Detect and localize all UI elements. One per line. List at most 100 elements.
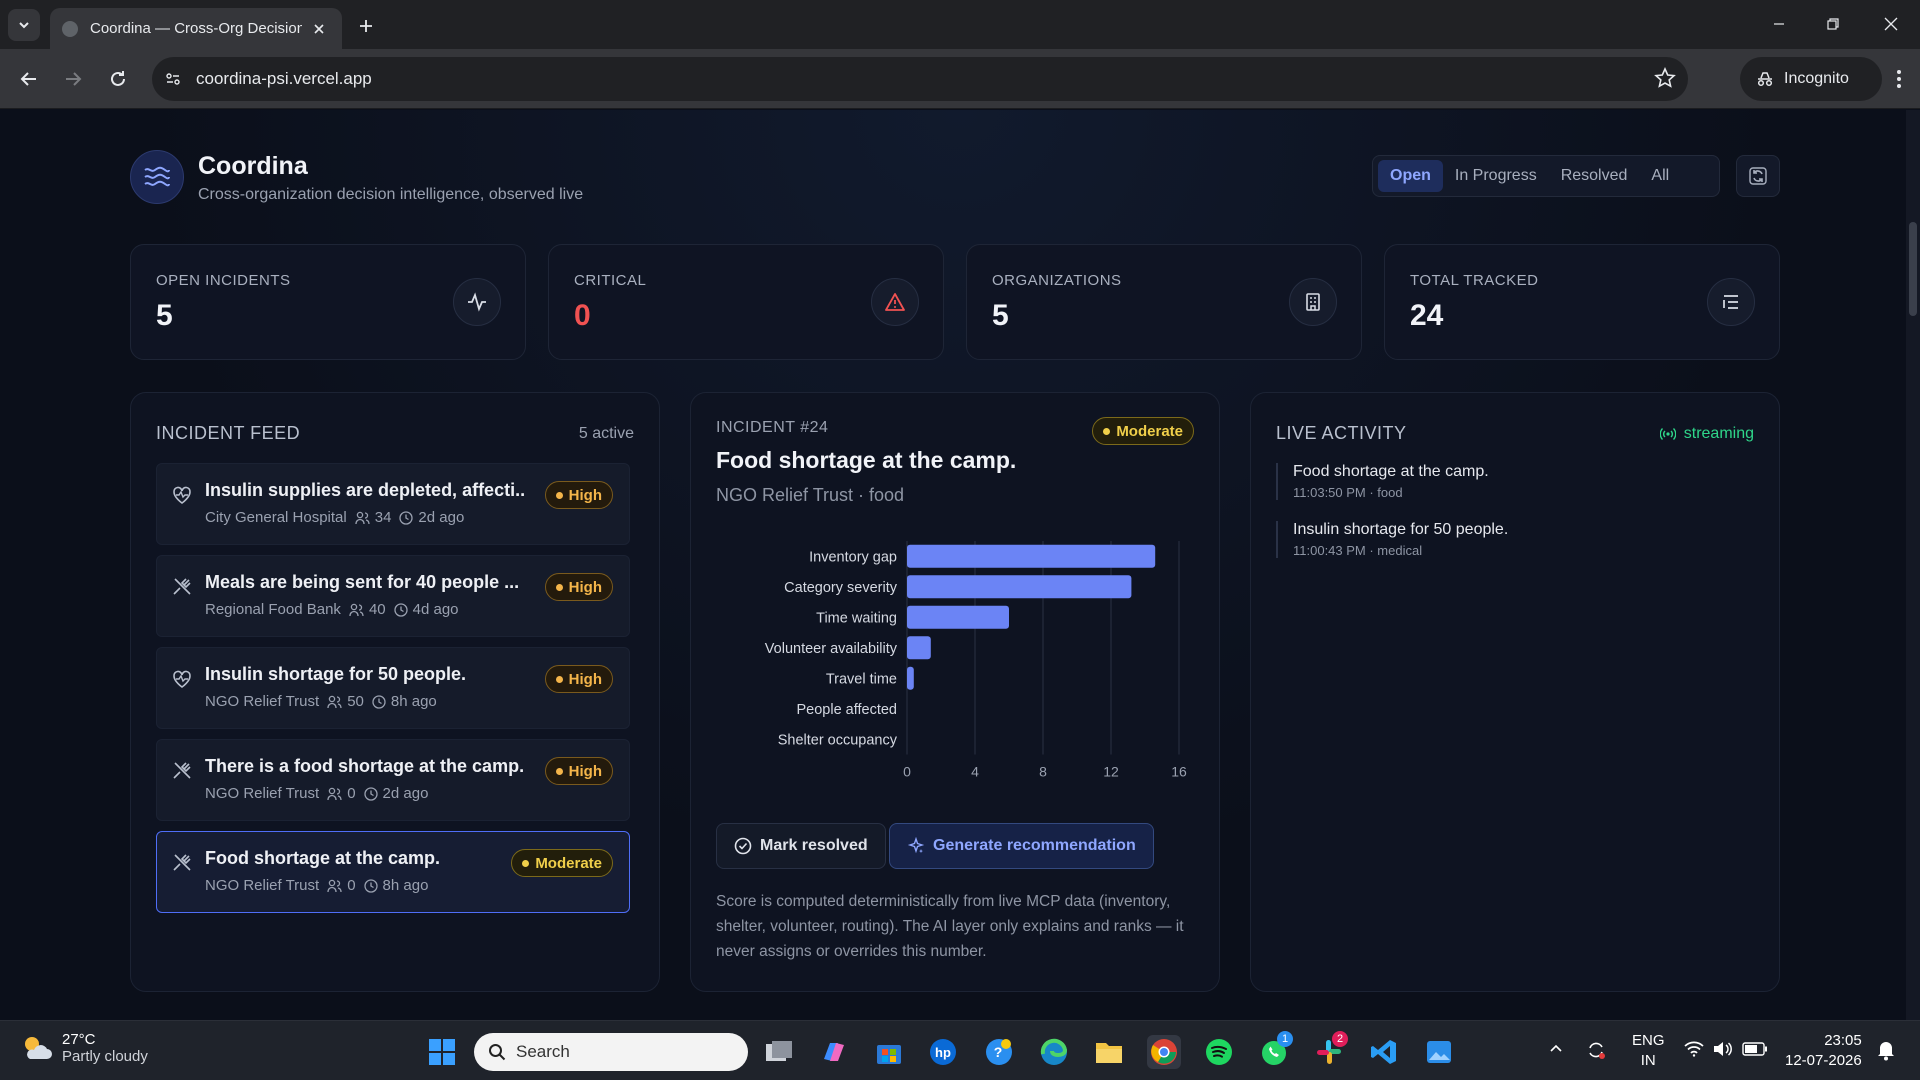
feed-item-selected[interactable]: Food shortage at the camp. NGO Relief Tr… — [156, 831, 630, 913]
edge-icon[interactable] — [1037, 1035, 1071, 1069]
scrollbar-thumb[interactable] — [1909, 222, 1917, 316]
mark-resolved-button[interactable]: Mark resolved — [716, 823, 886, 869]
clock-date: 12-07-2026 — [1785, 1052, 1862, 1069]
feed-item[interactable]: Insulin supplies are depleted, affecti..… — [156, 463, 630, 545]
x-tick-label: 8 — [1039, 764, 1047, 780]
svg-text:?: ? — [994, 1044, 1003, 1060]
activity-item: Food shortage at the camp. 11:03:50 PM ·… — [1276, 463, 1746, 500]
clock-icon — [363, 786, 378, 801]
store-icon[interactable] — [872, 1035, 906, 1069]
whatsapp-icon[interactable]: 1 — [1257, 1031, 1293, 1069]
new-tab-button[interactable] — [352, 12, 380, 40]
photos-icon[interactable] — [1422, 1035, 1456, 1069]
feed-item[interactable]: There is a food shortage at the camp. NG… — [156, 739, 630, 821]
reload-button[interactable] — [101, 62, 135, 96]
users-icon — [355, 511, 370, 524]
severity-label: Moderate — [1116, 422, 1183, 440]
check-circle-icon — [734, 837, 752, 855]
chevron-up-icon — [1550, 1044, 1562, 1052]
severity-dot — [555, 583, 563, 591]
partly-cloudy-icon — [25, 1037, 52, 1059]
feed-item[interactable]: Meals are being sent for 40 people ... R… — [156, 555, 630, 637]
site-info-icon[interactable] — [160, 66, 186, 92]
back-button[interactable] — [12, 62, 46, 96]
spotify-icon[interactable] — [1202, 1035, 1236, 1069]
live-activity-panel: LIVE ACTIVITY streaming Food shortage at… — [1250, 392, 1780, 992]
severity-badge: High — [544, 481, 613, 509]
filter-in-progress[interactable]: In Progress — [1443, 160, 1549, 192]
severity-label: High — [568, 486, 602, 504]
incident-feed-panel: INCIDENT FEED 5 active Insulin supplies … — [130, 392, 660, 992]
show-hidden-icons[interactable] — [1548, 1041, 1564, 1057]
browser-menu-button[interactable] — [1882, 62, 1916, 96]
utensils-icon — [173, 854, 191, 871]
whatsapp-badge: 1 — [1277, 1031, 1293, 1047]
stat-label: ORGANIZATIONS — [992, 272, 1122, 289]
slack-icon[interactable]: 2 — [1312, 1031, 1348, 1069]
tab-search-button[interactable] — [8, 9, 40, 41]
close-window-button[interactable] — [1868, 8, 1914, 40]
clock-icon — [363, 878, 378, 893]
generate-recommendation-button[interactable]: Generate recommendation — [889, 823, 1154, 869]
refresh-button[interactable] — [1736, 155, 1780, 197]
filter-resolved[interactable]: Resolved — [1549, 160, 1640, 192]
browser-tab[interactable]: Coordina — Cross-Org Decision Intelligen… — [50, 8, 342, 49]
help-icon[interactable]: ? — [982, 1035, 1016, 1069]
incognito-indicator[interactable]: Incognito — [1740, 57, 1882, 101]
people-value: 0 — [347, 877, 356, 894]
hp-icon[interactable]: hp — [926, 1035, 960, 1069]
start-button[interactable] — [425, 1035, 459, 1069]
people-count: 0 — [327, 877, 356, 894]
task-view-icon[interactable] — [762, 1035, 796, 1069]
y-category-label: Travel time — [826, 671, 897, 687]
feed-item-meta: NGO Relief Trust 0 8h ago — [205, 877, 428, 894]
generate-recommendation-label: Generate recommendation — [933, 837, 1136, 854]
waves-icon — [144, 166, 170, 187]
chevron-down-icon — [19, 22, 29, 29]
restore-button[interactable] — [1810, 8, 1856, 40]
vscode-icon[interactable] — [1367, 1035, 1401, 1069]
page-scrollbar[interactable] — [1906, 110, 1920, 1020]
url-text[interactable]: coordina-psi.vercel.app — [196, 69, 372, 89]
y-category-label: Shelter occupancy — [778, 732, 898, 748]
refresh-icon — [1749, 167, 1767, 185]
filter-open[interactable]: Open — [1378, 160, 1443, 192]
reload-icon — [111, 71, 125, 86]
status-filter: Open In Progress Resolved All — [1372, 155, 1720, 197]
stat-card-organizations: ORGANIZATIONS 5 — [966, 244, 1362, 360]
tab-close-icon[interactable] — [308, 18, 330, 40]
severity-badge: Moderate — [511, 849, 613, 877]
feed-item[interactable]: Insulin shortage for 50 people. NGO Reli… — [156, 647, 630, 729]
system-clock[interactable]: 23:05 12-07-2026 — [1785, 1031, 1862, 1071]
y-category-label: Category severity — [784, 580, 898, 596]
sparkles-icon — [907, 837, 925, 854]
address-bar[interactable]: coordina-psi.vercel.app — [152, 57, 1688, 101]
people-value: 40 — [368, 601, 386, 618]
minimize-button[interactable] — [1756, 8, 1802, 40]
forward-button[interactable] — [56, 62, 90, 96]
app-tagline: Cross-organization decision intelligence… — [198, 186, 584, 203]
filter-all[interactable]: All — [1639, 160, 1681, 192]
tab-favicon-icon — [62, 20, 78, 37]
wifi-icon[interactable] — [1684, 1041, 1704, 1057]
copilot-icon[interactable] — [817, 1035, 851, 1069]
chrome-icon[interactable] — [1147, 1035, 1181, 1069]
y-category-label: People affected — [796, 702, 897, 718]
radio-signal-icon — [1659, 428, 1676, 440]
weather-widget[interactable]: 27°C Partly cloudy — [20, 1031, 148, 1065]
severity-dot — [555, 491, 563, 499]
age: 8h ago — [372, 693, 437, 710]
taskbar-search[interactable]: Search — [474, 1033, 748, 1071]
file-explorer-icon[interactable] — [1092, 1035, 1126, 1069]
battery-icon[interactable] — [1742, 1042, 1768, 1056]
volume-icon[interactable] — [1712, 1041, 1732, 1057]
svg-text:hp: hp — [935, 1045, 951, 1060]
people-value: 50 — [347, 693, 364, 710]
activity-heading: LIVE ACTIVITY — [1276, 423, 1407, 443]
bookmark-star-icon[interactable] — [1654, 67, 1676, 89]
feed-item-org: NGO Relief Trust — [205, 693, 320, 710]
notification-icon[interactable] — [1876, 1039, 1896, 1061]
stat-label: CRITICAL — [574, 272, 647, 289]
sync-icon[interactable] — [1585, 1039, 1607, 1061]
language-indicator[interactable]: ENG IN — [1632, 1031, 1665, 1071]
